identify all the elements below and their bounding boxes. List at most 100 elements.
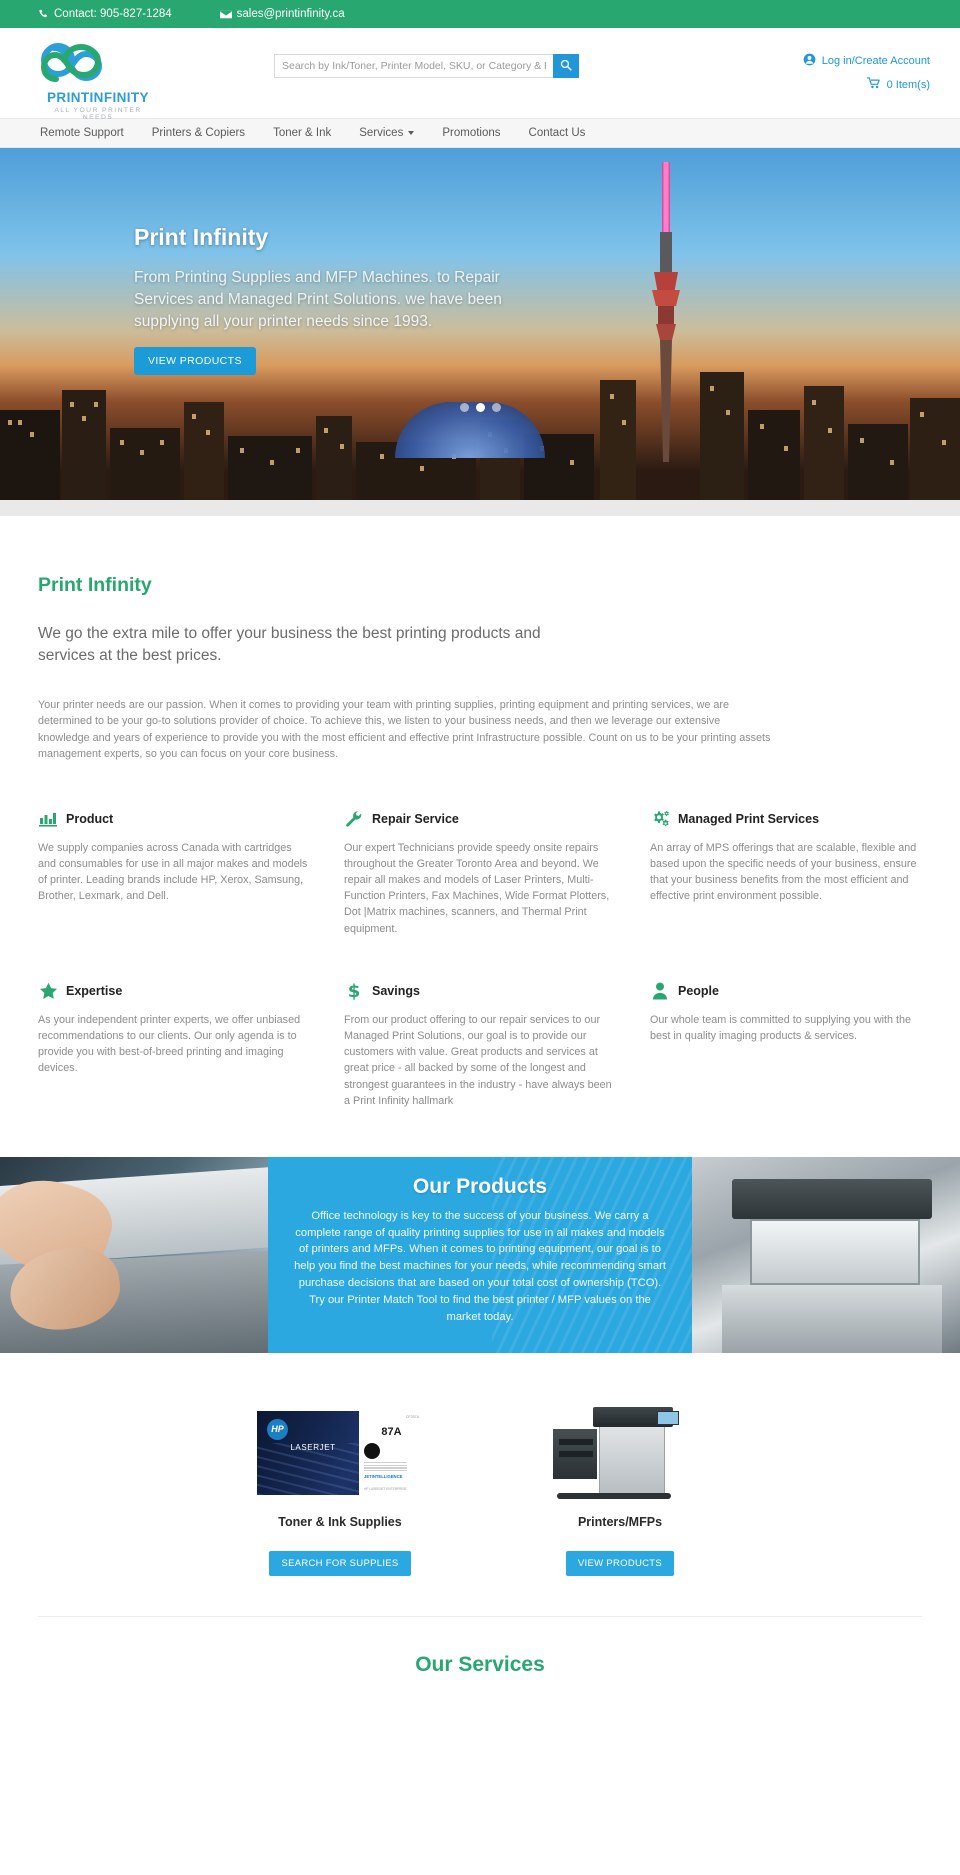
nav-item-promotions[interactable]: Promotions (428, 127, 514, 139)
feature-header: $ Savings (344, 981, 616, 1001)
hero-view-products-button[interactable]: VIEW PRODUCTS (134, 347, 256, 375)
login-create-account-link[interactable]: Log in/Create Account (803, 53, 930, 69)
feature-text: Our whole team is committed to supplying… (650, 1013, 912, 1042)
cart-link[interactable]: 0 Item(s) (803, 77, 930, 92)
copier-glass-shape (750, 1218, 920, 1285)
output-tray-1 (559, 1438, 593, 1445)
nav-label: Printers & Copiers (151, 127, 246, 139)
feature-title: People (678, 983, 719, 998)
feature-title: Savings (372, 983, 420, 998)
main-navigation: Remote Support Printers & Copiers Toner … (0, 118, 960, 148)
feature-header: People (650, 981, 922, 1001)
svg-text:$: $ (348, 981, 361, 1000)
our-services-title: Our Services (415, 1652, 545, 1676)
search-for-supplies-button[interactable]: SEARCH FOR SUPPLIES (269, 1550, 411, 1576)
multifunction-printer-photo (510, 1403, 730, 1503)
infinity-logo-icon (40, 42, 103, 82)
view-products-button[interactable]: VIEW PRODUCTS (565, 1550, 675, 1576)
printer-touchscreen (657, 1410, 679, 1425)
dollar-icon: $ (344, 981, 364, 1001)
our-products-copy: Our Products Office technology is key to… (268, 1156, 692, 1353)
hp-laserjet-toner-box: HP LASERJET CF287A 87A JETINTELLIGENCE H… (230, 1403, 450, 1503)
login-create-account-label: Log in/Create Account (821, 55, 930, 67)
carousel-dot-2[interactable] (475, 403, 485, 412)
feature-product: Product We supply companies across Canad… (38, 809, 310, 937)
hero-copy: Print Infinity From Printing Supplies an… (134, 224, 534, 375)
nav-item-contact-us[interactable]: Contact Us (515, 127, 600, 139)
cn-tower-graphic (652, 162, 680, 462)
site-logo[interactable]: PRINTINFINITY ALL YOUR PRINTER NEEDS (38, 36, 158, 121)
about-title: Print Infinity (38, 574, 152, 596)
account-area: Log in/Create Account 0 Item(s) (803, 53, 930, 92)
nav-item-services[interactable]: Services (345, 127, 428, 139)
toner-model-digits: 87 (381, 1425, 394, 1438)
chevron-down-icon (408, 131, 415, 135)
nav-label: Remote Support (40, 127, 124, 139)
user-circle-icon (803, 53, 816, 69)
toner-fine-print: HP LASERJET ENTERPRISE (364, 1486, 407, 1491)
printer-body-shape (599, 1422, 665, 1495)
about-lead-text: We go the extra mile to offer your busin… (38, 625, 541, 664)
nav-item-remote-support[interactable]: Remote Support (38, 127, 138, 139)
feature-header: Managed Print Services (650, 809, 922, 829)
hero-bottom-strip (0, 500, 960, 516)
hero-subtitle: From Printing Supplies and MFP Machines.… (134, 269, 502, 330)
output-tray-2 (559, 1450, 593, 1457)
contact-email-text: sales@printinfinity.ca (236, 8, 345, 20)
toner-box-front: HP LASERJET (257, 1411, 359, 1495)
hero-title: Print Infinity (134, 224, 269, 250)
contact-email[interactable]: sales@printinfinity.ca (219, 8, 345, 20)
laserjet-label: LASERJET (290, 1442, 336, 1452)
search-button[interactable] (553, 54, 579, 78)
feature-title: Product (66, 811, 114, 826)
our-products-text: Office technology is key to the success … (294, 1209, 666, 1323)
envelope-icon (219, 9, 232, 20)
product-cards: HP LASERJET CF287A 87A JETINTELLIGENCE H… (0, 1353, 960, 1576)
nav-label: Contact Us (528, 127, 586, 139)
feature-expertise: Expertise As your independent printer ex… (38, 981, 310, 1109)
feature-header: Expertise (38, 981, 310, 1001)
our-products-title: Our Products (412, 1174, 548, 1198)
feature-header: Product (38, 809, 310, 829)
product-card-title: Printers/MFPs (577, 1514, 663, 1529)
about-section: Print Infinity We go the extra mile to o… (0, 516, 960, 763)
nav-label: Toner & Ink (273, 127, 332, 139)
feature-managed-print-services: Managed Print Services An array of MPS o… (650, 809, 922, 937)
feature-text: As your independent printer experts, we … (38, 1013, 301, 1075)
about-body-text: Your printer needs are our passion. When… (38, 699, 771, 761)
person-icon (650, 981, 670, 1001)
carousel-dot-1[interactable] (459, 403, 469, 412)
feature-people: People Our whole team is committed to su… (650, 981, 922, 1109)
search-input[interactable] (274, 54, 553, 78)
gears-icon (650, 809, 670, 829)
nav-item-printers-copiers[interactable]: Printers & Copiers (138, 127, 259, 139)
feature-savings: $ Savings From our product offering to o… (344, 981, 616, 1109)
toner-box-side: CF287A 87A JETINTELLIGENCE HP LASERJET E… (359, 1410, 423, 1495)
nav-item-toner-ink[interactable]: Toner & Ink (259, 127, 345, 139)
contact-phone-text: Contact: 905-827-1284 (54, 8, 172, 20)
bar-chart-icon (38, 809, 58, 829)
contact-phone[interactable]: Contact: 905-827-1284 (38, 8, 172, 20)
shopping-cart-icon (866, 77, 881, 92)
phone-icon (38, 9, 49, 20)
logo-tagline: ALL YOUR PRINTER NEEDS (54, 107, 142, 121)
hp-logo-icon: HP (267, 1418, 288, 1440)
section-divider (38, 1615, 922, 1617)
product-card-printers: Printers/MFPs VIEW PRODUCTS (510, 1403, 730, 1576)
feature-text: From our product offering to our repair … (344, 1013, 612, 1107)
toner-text-lines (364, 1461, 419, 1472)
feature-title: Managed Print Services (678, 811, 820, 826)
feature-repair-service: Repair Service Our expert Technicians pr… (344, 809, 616, 937)
feature-text: Our expert Technicians provide speedy on… (344, 841, 610, 935)
feature-header: Repair Service (344, 809, 616, 829)
carousel-dot-3[interactable] (491, 403, 501, 412)
mfp-copier-photo (692, 1156, 960, 1353)
our-products-banner: Our Products Office technology is key to… (0, 1156, 960, 1353)
toner-sku: CF287A (405, 1414, 419, 1419)
product-card-toner: HP LASERJET CF287A 87A JETINTELLIGENCE H… (230, 1403, 450, 1576)
toner-box-graphic: HP LASERJET CF287A 87A JETINTELLIGENCE H… (257, 1410, 423, 1495)
wrench-icon (344, 809, 364, 829)
cart-count-label: 0 Item(s) (886, 78, 930, 91)
mfp-graphic (547, 1405, 693, 1501)
search-bar (274, 54, 579, 78)
